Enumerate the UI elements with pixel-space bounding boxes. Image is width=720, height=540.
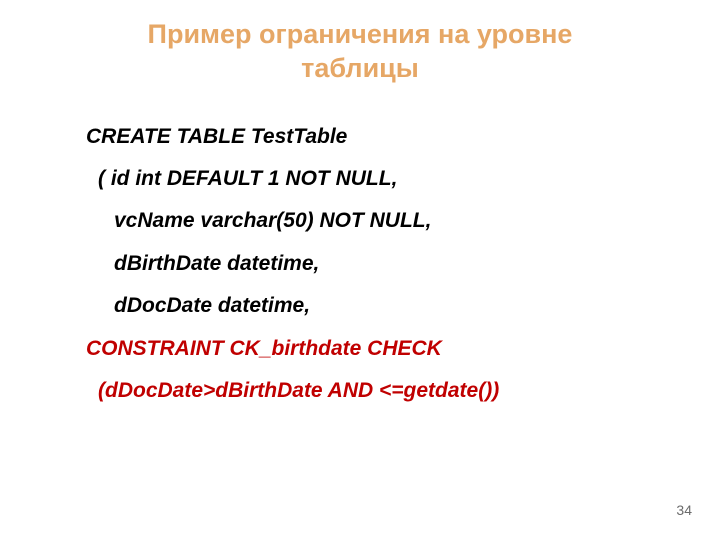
code-line-3: vcName varchar(50) NOT NULL, [86,206,680,236]
slide-title: Пример ограничения на уровне таблицы [100,18,620,86]
code-line-2: ( id int DEFAULT 1 NOT NULL, [86,164,680,194]
code-line-7: (dDocDate>dBirthDate AND <=getdate()) [86,376,680,406]
code-line-5: dDocDate datetime, [86,291,680,321]
code-line-4: dBirthDate datetime, [86,249,680,279]
code-line-6: CONSTRAINT CK_birthdate CHECK [86,334,680,364]
code-block: CREATE TABLE TestTable ( id int DEFAULT … [40,122,680,407]
code-line-1: CREATE TABLE TestTable [86,122,680,152]
slide-content: Пример ограничения на уровне таблицы CRE… [0,0,720,407]
page-number: 34 [676,502,692,518]
